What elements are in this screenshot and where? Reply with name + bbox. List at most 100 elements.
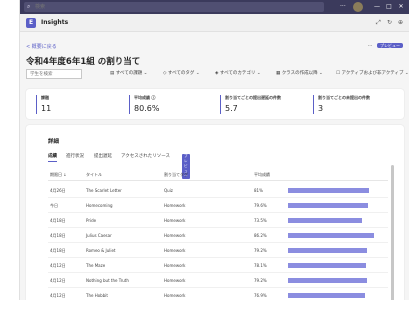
due-date-cell: 4月12日 [50, 278, 66, 283]
table-row[interactable]: 4月12日 Nothing but the Truth Homework 79.2% [48, 273, 388, 288]
table-row[interactable]: 今日 Homecoming Homework 79.6% [48, 198, 388, 213]
stat-value: 3 [318, 104, 324, 113]
maximize-button[interactable]: □ [384, 0, 394, 14]
title-cell: Nothing but the Truth [86, 278, 129, 283]
tag-cell: Homework [164, 233, 186, 238]
activity-filter-label: アクティブおよび非アクティブ ⌄ [341, 71, 409, 76]
app-title: Insights [41, 19, 69, 26]
stat-average-grade: 平均成績 ⓘ 80.6% [129, 95, 159, 114]
global-search[interactable]: ⌕ [24, 2, 324, 12]
grade-bar-fill [288, 293, 365, 298]
title-bar: ⌕ ··· — □ ✕ [20, 0, 409, 14]
stat-value: 80.6% [134, 104, 160, 113]
expand-icon[interactable]: ⤢ [376, 18, 381, 28]
more-options-icon[interactable]: ··· [368, 43, 373, 49]
due-date-cell: 4月18日 [50, 248, 66, 253]
table-row[interactable]: 4月26日 The Scarlet Letter Quiz 81% [48, 183, 388, 198]
filter-bar: ▤ すべての課題 ⌄ ◇ すべてのタグ ⌄ ◈ すべてのカテゴリ ⌄ ▦ クラス… [26, 69, 409, 80]
grade-bar [288, 218, 388, 223]
period-filter[interactable]: ▦ クラスの作成以降 ⌄ [276, 70, 323, 78]
grade-bar-fill [288, 188, 369, 193]
grade-bar [288, 248, 388, 253]
activity-filter[interactable]: ☐ アクティブおよび非アクティブ ⌄ [336, 70, 409, 78]
title-cell: Homecoming [86, 203, 113, 208]
tag-cell: Quiz [164, 188, 173, 193]
student-search-input[interactable] [26, 69, 82, 79]
grade-bar-fill [288, 218, 362, 223]
grade-bar [288, 203, 388, 208]
tag-cell: Homework [164, 263, 186, 268]
stat-label: 割り当てごとの未提出の件数 [318, 95, 370, 100]
teams-window: ⌕ ··· — □ ✕ E Insights ⤢ ↻ ⊕ < 概要に戻る ···… [19, 0, 409, 300]
table-row[interactable]: 4月18日 Romeo & Juliet Homework 79.2% [48, 243, 388, 258]
summary-card: 課題 11 平均成績 ⓘ 80.6% 割り当てごとの提出遅延の件数 5.7 割り… [26, 89, 404, 119]
grade-cell: 79.6% [254, 203, 267, 208]
period-filter-label: クラスの作成以降 ⌄ [281, 71, 323, 76]
refresh-icon[interactable]: ↻ [387, 18, 392, 28]
grade-bar [288, 263, 388, 268]
title-cell: The Maze [86, 263, 106, 268]
stat-value: 5.7 [225, 104, 238, 113]
preview-badge: プレビュー [377, 43, 403, 48]
back-to-overview-link[interactable]: < 概要に戻る [26, 43, 57, 50]
stat-value: 11 [41, 104, 52, 113]
grade-cell: 81% [254, 188, 263, 193]
assignment-filter[interactable]: ▤ すべての課題 ⌄ [110, 70, 147, 78]
tag-cell: Homework [164, 278, 186, 283]
grade-cell: 76.9% [254, 293, 267, 298]
avatar[interactable] [353, 2, 363, 12]
search-icon: ⌕ [27, 3, 31, 10]
grade-bar [288, 293, 388, 298]
title-cell: Pride [86, 218, 97, 223]
page-title: 令和4年度6年1組 の割り当て [26, 57, 141, 67]
table-row[interactable]: 4月12日 The Maze Homework 78.1% [48, 258, 388, 273]
due-date-cell: 4月12日 [50, 263, 66, 268]
grade-bar-fill [288, 233, 375, 238]
tag-cell: Homework [164, 293, 186, 298]
close-button[interactable]: ✕ [396, 0, 406, 14]
stat-label: 割り当てごとの提出遅延の件数 [225, 95, 281, 100]
tab-late[interactable]: 提出遅延 [94, 153, 112, 161]
scrollbar[interactable] [391, 165, 394, 300]
table-row[interactable]: 4月12日 The Hobbit Homework 76.9% [48, 288, 388, 300]
tab-grades[interactable]: 成績 [48, 153, 57, 162]
tab-resources[interactable]: アクセスされたリソース [121, 153, 170, 161]
tag-cell: Homework [164, 248, 186, 253]
grade-bar [288, 278, 388, 283]
category-filter-label: すべてのカテゴリ ⌄ [219, 71, 261, 76]
table-row[interactable]: 4月18日 Pride Homework 73.5% [48, 213, 388, 228]
grade-bar-fill [288, 248, 368, 253]
grade-cell: 73.5% [254, 218, 267, 223]
grade-cell: 79.2% [254, 248, 267, 253]
stat-assignments: 課題 11 [36, 95, 51, 114]
column-tag[interactable]: 割り当てタグ [164, 172, 188, 178]
column-average-grade[interactable]: 平均成績 [254, 172, 270, 178]
grade-bar [288, 188, 388, 193]
category-filter[interactable]: ◈ すべてのカテゴリ ⌄ [215, 70, 261, 78]
tag-cell: Homework [164, 218, 186, 223]
title-cell: Julius Caesar [86, 233, 112, 238]
more-options-icon[interactable]: ··· [340, 0, 346, 14]
global-search-input[interactable] [35, 2, 235, 12]
app-header: E Insights ⤢ ↻ ⊕ [20, 14, 409, 32]
grade-bar-fill [288, 203, 368, 208]
grade-bar-fill [288, 263, 367, 268]
grade-bar [288, 233, 388, 238]
stat-label: 課題 [41, 95, 49, 100]
minimize-button[interactable]: — [372, 0, 382, 14]
tag-filter[interactable]: ◇ すべてのタグ ⌄ [163, 70, 200, 78]
column-due-date[interactable]: 期限日 ↓ [50, 172, 67, 178]
globe-icon[interactable]: ⊕ [398, 18, 403, 28]
details-card: 詳細 成績 進行状況 提出遅延 アクセスされたリソース プレビュー 期限日 ↓ … [26, 125, 404, 300]
insights-logo: E [26, 18, 36, 28]
table-row[interactable]: 4月18日 Julius Caesar Homework 86.2% [48, 228, 388, 243]
due-date-cell: 4月18日 [50, 233, 66, 238]
tab-progress[interactable]: 進行状況 [66, 153, 84, 161]
due-date-cell: 4月18日 [50, 218, 66, 223]
title-cell: Romeo & Juliet [86, 248, 116, 253]
grade-cell: 79.2% [254, 278, 267, 283]
due-date-cell: 4月26日 [50, 188, 66, 193]
table-header: 期限日 ↓ タイトル 割り当てタグ 平均成績 [48, 171, 388, 181]
column-title[interactable]: タイトル [86, 172, 102, 178]
assignment-filter-label: すべての課題 ⌄ [115, 71, 148, 76]
